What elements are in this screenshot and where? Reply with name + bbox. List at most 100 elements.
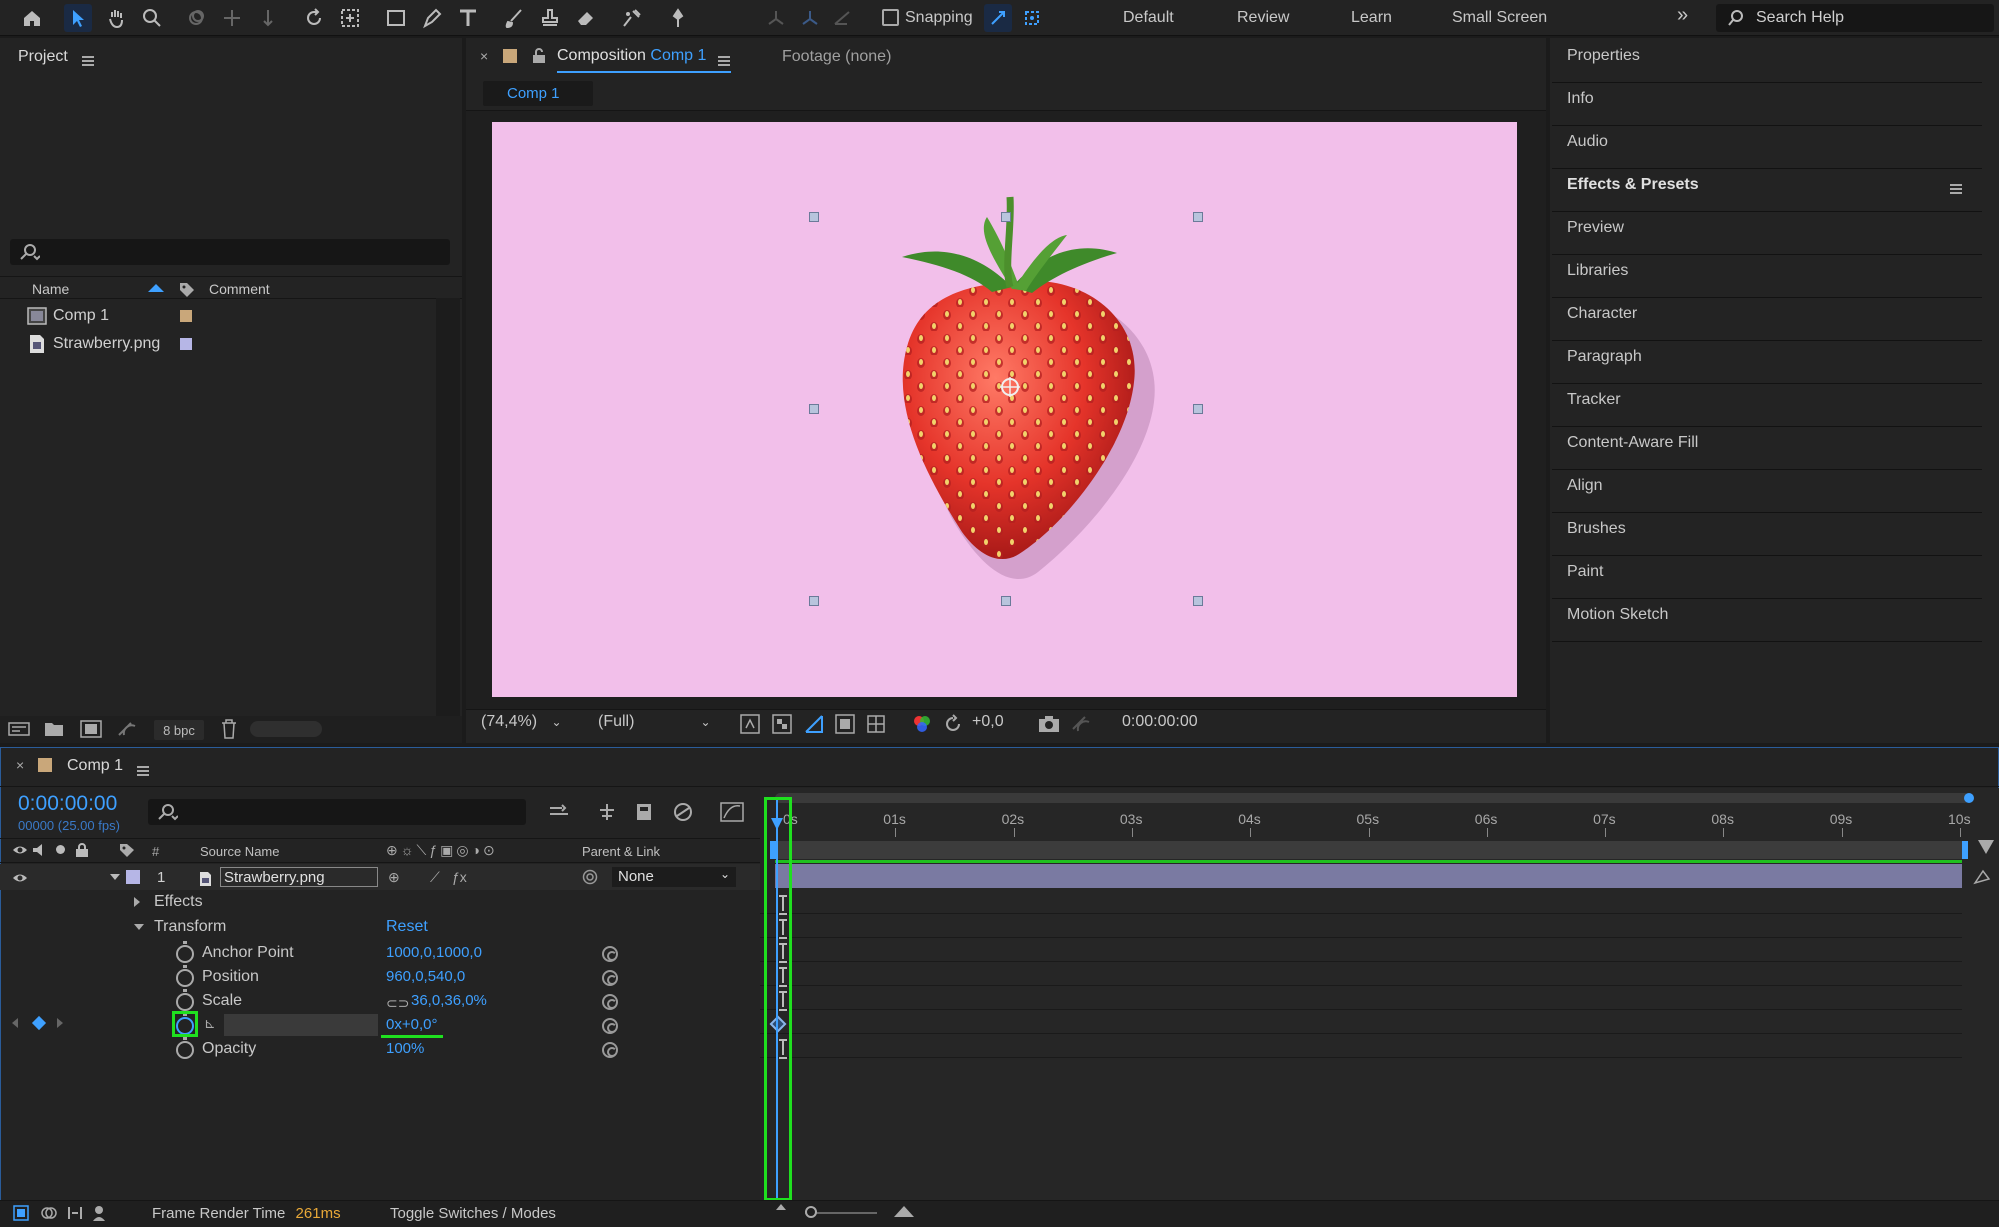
panel-paragraph[interactable]: Paragraph xyxy=(1567,348,1642,366)
frame-blending-icon[interactable] xyxy=(672,802,694,822)
eraser-tool-icon[interactable] xyxy=(572,4,600,32)
current-time-display[interactable]: 0:00:00:00 xyxy=(18,792,117,816)
type-tool-icon[interactable] xyxy=(454,4,482,32)
expand-effects-chevron-icon[interactable] xyxy=(134,897,140,907)
zoom-in-icon[interactable] xyxy=(892,1204,916,1218)
panel-libraries[interactable]: Libraries xyxy=(1567,262,1628,280)
zoom-handle[interactable] xyxy=(1964,793,1974,803)
stopwatch-icon[interactable] xyxy=(176,965,194,987)
panel-properties[interactable]: Properties xyxy=(1567,47,1640,65)
interpret-footage-icon[interactable] xyxy=(8,720,30,738)
transform-handle[interactable] xyxy=(1193,596,1203,606)
workspace-default[interactable]: Default xyxy=(1123,9,1174,27)
position-label[interactable]: Position xyxy=(202,968,259,986)
reset-exposure-icon[interactable] xyxy=(943,714,963,734)
panel-preview[interactable]: Preview xyxy=(1567,219,1624,237)
panel-motion-sketch[interactable]: Motion Sketch xyxy=(1567,606,1668,624)
panel-paint[interactable]: Paint xyxy=(1567,563,1603,581)
footage-tab[interactable]: Footage (none) xyxy=(782,48,891,66)
panel-align[interactable]: Align xyxy=(1567,477,1603,495)
comp-mini-flowchart-icon[interactable] xyxy=(548,802,570,822)
transform-handle[interactable] xyxy=(809,212,819,222)
layer-name-field[interactable]: Strawberry.png xyxy=(220,867,378,887)
scale-value[interactable]: 36,0,36,0% xyxy=(411,992,487,1009)
fast-previews-icon[interactable] xyxy=(740,714,760,734)
comp-subtab[interactable]: Comp 1 xyxy=(483,81,593,106)
comp-marker-bin-icon[interactable] xyxy=(1978,840,1994,854)
channel-icon[interactable] xyxy=(912,714,932,734)
collapse-transform-switch-icon[interactable]: ⊕ xyxy=(388,869,400,886)
strawberry-image[interactable] xyxy=(862,187,1162,587)
rectangle-tool-icon[interactable] xyxy=(382,4,410,32)
opacity-label[interactable]: Opacity xyxy=(202,1040,256,1058)
pick-whip-icon[interactable] xyxy=(582,869,598,885)
stopwatch-icon[interactable] xyxy=(176,1037,194,1059)
lock-icon[interactable] xyxy=(532,48,546,64)
work-area-scroll[interactable] xyxy=(775,793,1970,803)
transform-handle[interactable] xyxy=(809,404,819,414)
snap-edges-icon[interactable] xyxy=(984,4,1012,32)
layer-duration-bar[interactable] xyxy=(775,864,1962,888)
expression-pick-whip-icon[interactable] xyxy=(602,1018,618,1034)
label-tag-icon[interactable] xyxy=(178,281,196,299)
stopwatch-icon[interactable] xyxy=(176,941,194,963)
project-search-input[interactable] xyxy=(10,239,450,265)
effect-switch-icon[interactable]: ƒx xyxy=(452,869,467,885)
composition-canvas[interactable] xyxy=(492,122,1517,697)
new-composition-icon[interactable] xyxy=(80,720,102,738)
transform-handle[interactable] xyxy=(809,596,819,606)
source-name-header[interactable]: Source Name xyxy=(200,844,279,859)
draft-3d-icon[interactable] xyxy=(596,802,618,822)
render-time-toggle-icon[interactable] xyxy=(92,1204,112,1222)
workspace-small-screen[interactable]: Small Screen xyxy=(1452,9,1547,27)
graph-icon[interactable]: ⊾ xyxy=(204,1015,216,1032)
view-axis-icon[interactable] xyxy=(828,4,856,32)
panel-character[interactable]: Character xyxy=(1567,305,1637,323)
transform-handle[interactable] xyxy=(1193,212,1203,222)
transfer-controls-toggle-icon[interactable] xyxy=(40,1204,58,1222)
close-timeline-icon[interactable]: × xyxy=(16,757,24,773)
expand-layer-chevron-icon[interactable] xyxy=(110,874,120,880)
panel-brushes[interactable]: Brushes xyxy=(1567,520,1626,538)
position-value[interactable]: 960,0,540,0 xyxy=(386,968,465,985)
project-item-footage[interactable]: Strawberry.png xyxy=(0,331,435,357)
close-tab-icon[interactable]: × xyxy=(480,48,488,64)
graph-editor-icon[interactable] xyxy=(720,802,744,822)
expression-pick-whip-icon[interactable] xyxy=(602,994,618,1010)
viewer-timecode[interactable]: 0:00:00:00 xyxy=(1122,713,1198,731)
workspace-learn[interactable]: Learn xyxy=(1351,9,1392,27)
layer-switches-toggle-icon[interactable] xyxy=(12,1204,30,1222)
rotation-value[interactable]: 0x+0,0° xyxy=(386,1016,437,1033)
layer-label-swatch[interactable] xyxy=(126,870,140,884)
trash-icon[interactable] xyxy=(221,719,237,739)
column-name-header[interactable]: Name xyxy=(32,281,69,297)
transparency-grid-icon[interactable] xyxy=(772,714,792,734)
project-menu-icon[interactable] xyxy=(82,52,94,69)
zoom-out-icon[interactable] xyxy=(776,1204,786,1210)
timeline-search-input[interactable] xyxy=(148,799,526,825)
toggle-switches-modes-button[interactable]: Toggle Switches / Modes xyxy=(390,1205,556,1222)
snapping-checkbox[interactable] xyxy=(882,9,899,26)
transform-handle[interactable] xyxy=(1193,404,1203,414)
workspace-review[interactable]: Review xyxy=(1237,9,1289,27)
work-area-bar[interactable] xyxy=(770,841,1962,859)
previous-keyframe-icon[interactable] xyxy=(12,1018,18,1028)
resolution-dropdown[interactable]: (Full) ⌄ xyxy=(598,713,711,731)
timeline-tab[interactable]: Comp 1 xyxy=(67,757,123,775)
transform-group-label[interactable]: Transform xyxy=(154,918,226,936)
local-axis-icon[interactable] xyxy=(762,4,790,32)
project-settings-icon[interactable] xyxy=(116,720,138,738)
clone-stamp-tool-icon[interactable] xyxy=(536,4,564,32)
work-area-end[interactable] xyxy=(1962,841,1968,859)
project-item-comp[interactable]: Comp 1 xyxy=(0,303,435,329)
expression-pick-whip-icon[interactable] xyxy=(602,946,618,962)
new-folder-icon[interactable] xyxy=(44,720,64,738)
transform-handle[interactable] xyxy=(1001,212,1011,222)
zoom-tool-icon[interactable] xyxy=(138,4,166,32)
project-scrollbar[interactable] xyxy=(436,298,460,716)
effects-presets-menu-icon[interactable] xyxy=(1950,180,1962,197)
world-axis-icon[interactable] xyxy=(796,4,824,32)
magnification-dropdown[interactable]: (74,4%) ⌄ xyxy=(481,713,562,731)
next-keyframe-icon[interactable] xyxy=(57,1018,63,1028)
thumbnail-slider[interactable] xyxy=(250,721,322,737)
